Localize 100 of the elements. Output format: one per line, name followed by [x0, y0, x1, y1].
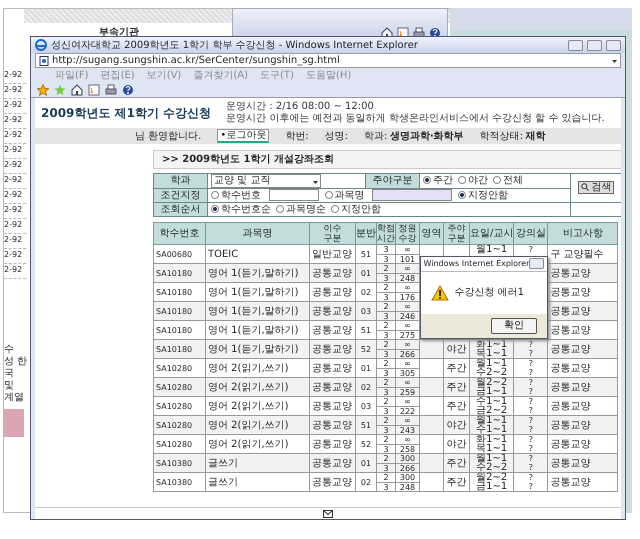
maximize-button[interactable] — [587, 40, 602, 50]
table-cell: 259 — [396, 387, 419, 396]
table-cell-text: ? — [528, 245, 534, 254]
field-label: 학번: — [285, 130, 309, 144]
table-cell-text: 2 — [382, 283, 390, 292]
ok-button[interactable]: 확인 — [490, 318, 537, 334]
logout-button[interactable]: •로그아웃 — [217, 129, 270, 143]
table-cell: 공통교양 — [310, 340, 356, 358]
table-cell-text: ? — [528, 444, 534, 453]
table-cell-text: ∞ — [403, 359, 412, 368]
table-cell: 3 — [377, 406, 395, 415]
table-cell: 공통교양 — [310, 302, 356, 320]
print-icon[interactable] — [105, 84, 117, 96]
close-button[interactable] — [606, 40, 621, 50]
close-button[interactable] — [529, 258, 544, 269]
table-cell: 영어 1(듣기,말하기) — [206, 340, 310, 358]
table-cell: 공통교양 — [310, 416, 356, 434]
table-cell-text: 화1~1 — [475, 435, 508, 444]
table-cell-text: 2 — [382, 264, 390, 273]
radio-option[interactable]: 지정안함 — [331, 204, 381, 214]
input-field[interactable] — [372, 189, 452, 202]
table-cell: 275 — [396, 330, 419, 339]
table-cell: SA10380 — [154, 472, 206, 492]
page-icon — [39, 56, 49, 66]
table-cell-text: ? — [528, 349, 534, 358]
table-cell: 3 — [377, 292, 395, 301]
minimize-button[interactable] — [568, 40, 583, 50]
list-item: 2-92 — [4, 144, 26, 159]
radio-option[interactable]: 학수번호 — [211, 190, 261, 201]
welcome-text: 님 환영합니다. — [135, 130, 202, 144]
input-field[interactable] — [268, 189, 318, 202]
table-cell: 52 — [356, 340, 376, 358]
table-cell: 3 — [377, 368, 395, 377]
caret-icon — [313, 178, 318, 184]
list-item: 2-92 — [4, 174, 26, 189]
table-cell: 02 — [356, 472, 376, 492]
search-button[interactable]: 검색 — [578, 180, 614, 194]
radio-option[interactable]: 야간 — [458, 175, 488, 186]
table-cell: SA10380 — [154, 454, 206, 472]
list-item: 2-92 — [4, 99, 26, 114]
section-title: >> 2009학년도 1학기 개설강좌조회 — [153, 150, 621, 169]
table-cell-text: ? — [528, 425, 534, 434]
radio-option[interactable]: 지정안함 — [458, 190, 508, 201]
filter-label: 조건지정 — [154, 188, 208, 202]
table-cell: 243 — [396, 425, 419, 434]
column-header: 강의실 — [514, 222, 548, 244]
table-cell-text: ∞ — [403, 378, 412, 387]
list-item: 2-92 — [4, 249, 26, 264]
table-cell: 02 — [356, 378, 376, 396]
table-cell-text: 2 — [382, 321, 390, 330]
list-item: 2-92 — [4, 219, 26, 234]
radio-option[interactable]: 과목명순 — [276, 204, 326, 214]
department-select[interactable]: 교양 및 교직 — [211, 174, 321, 188]
table-cell: 야간 — [444, 416, 470, 434]
list-item: 2-92 — [4, 114, 26, 129]
filter-label: 주야구분 — [365, 174, 420, 188]
notice-text: 운영시간 이후에는 예전과 동일하게 학생온라인서비스에서 수강신청 할 수 있습니다. — [226, 113, 605, 125]
table-cell-text: ? — [528, 454, 534, 463]
table-cell: 176 — [396, 292, 419, 301]
list-item: 2-92 — [4, 234, 26, 249]
table-cell-text: ? — [528, 340, 534, 349]
address-bar[interactable]: http://sugang.sungshin.ac.kr/SerCenter/sungshin_sg.html — [35, 53, 621, 68]
banner — [4, 409, 24, 437]
list-item: 2-92 — [4, 84, 26, 99]
list-item: 2-92 — [4, 69, 26, 84]
table-cell-text: ? — [528, 473, 534, 482]
table-cell-text: 월1~1 — [475, 416, 508, 425]
table-cell: 주간 — [444, 454, 470, 472]
table-cell-text: ? — [528, 435, 534, 444]
table-cell: 3 — [377, 273, 395, 282]
star-icon[interactable] — [37, 84, 49, 96]
radio-option[interactable]: 주간 — [422, 175, 453, 186]
dropdown-icon[interactable] — [612, 58, 617, 63]
table-cell-text: 금1~1 — [475, 387, 508, 396]
table-cell: 3 — [377, 349, 395, 358]
table-cell-text: 2 — [382, 416, 390, 425]
list-item: 2-92 — [4, 204, 26, 219]
help-icon[interactable] — [122, 84, 134, 96]
table-cell-text: 2 — [382, 435, 390, 444]
column-header: 학수번호 — [154, 222, 206, 244]
section-heading: 부속기관 — [99, 26, 139, 40]
list-item: 2-92 — [4, 264, 26, 279]
column-header: 요일/교시 — [470, 222, 514, 244]
table-cell: 야간 — [444, 340, 470, 358]
radio-option[interactable]: 과목명 — [324, 190, 364, 201]
table-cell: 3 — [377, 444, 395, 453]
column-header: 분반 — [356, 222, 376, 244]
table-cell-text: ∞ — [403, 321, 412, 330]
table-cell: 주간 — [444, 472, 470, 492]
warning-icon — [430, 284, 448, 300]
table-cell: 공통교양 — [310, 454, 356, 472]
field-label: 학적상태: — [480, 130, 524, 144]
radio-option[interactable]: 학수번호순 — [211, 204, 271, 214]
table-cell-text: ? — [528, 482, 534, 491]
radio-option[interactable]: 전체 — [492, 175, 523, 186]
list-item: 2-92 — [4, 159, 26, 174]
table-cell-text: 3 — [382, 245, 390, 254]
table-cell-text: 2 — [382, 473, 390, 482]
home-icon[interactable] — [71, 83, 83, 96]
column-header: 정원 수강 — [396, 222, 420, 244]
